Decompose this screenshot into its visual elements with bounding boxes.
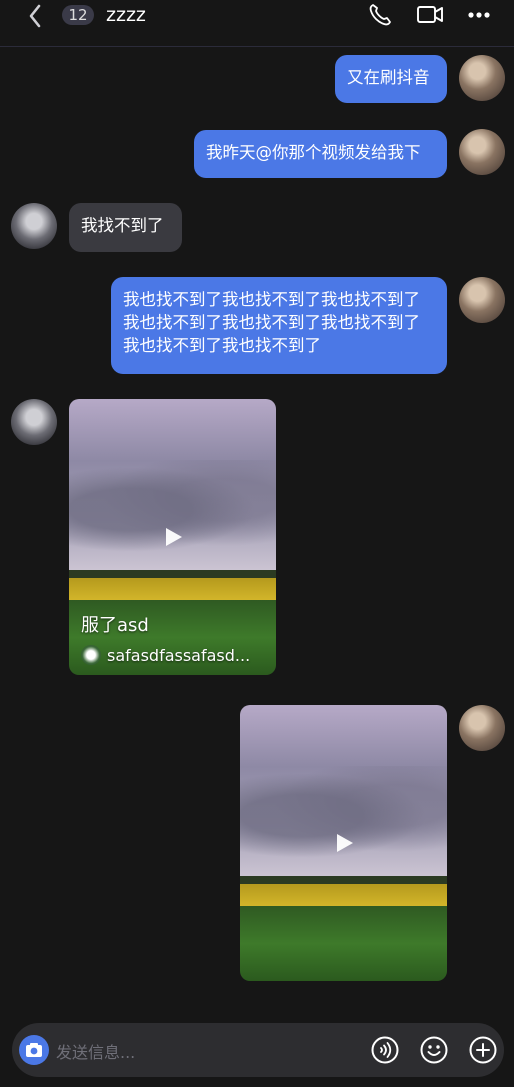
my-avatar[interactable] bbox=[459, 129, 505, 175]
shared-video-card[interactable]: 服了asd safasdfassafasd... bbox=[69, 399, 276, 675]
video-call-icon[interactable] bbox=[416, 2, 444, 28]
my-message-bubble[interactable]: 我也找不到了我也找不到了我也找不到了我也找不到了我也找不到了我也找不到了我也找不… bbox=[111, 277, 447, 374]
contact-avatar[interactable] bbox=[11, 203, 57, 249]
my-avatar[interactable] bbox=[459, 705, 505, 751]
video-thumbnail-field bbox=[69, 578, 276, 601]
video-author-name: safasdfassafasd... bbox=[107, 645, 251, 665]
chat-header: 12 zzzz bbox=[0, 0, 514, 47]
unread-count-badge: 12 bbox=[62, 5, 94, 25]
video-thumbnail-trees bbox=[240, 876, 447, 885]
my-avatar[interactable] bbox=[459, 277, 505, 323]
play-icon[interactable] bbox=[336, 834, 353, 852]
video-author[interactable]: safasdfassafasd... bbox=[81, 645, 250, 665]
emoji-icon[interactable] bbox=[419, 1035, 449, 1065]
my-message-bubble[interactable]: 我昨天@你那个视频发给我下 bbox=[194, 130, 447, 178]
my-message-bubble[interactable]: 又在刷抖音 bbox=[335, 55, 447, 103]
shared-video-card[interactable] bbox=[240, 705, 447, 981]
voice-icon[interactable] bbox=[370, 1035, 400, 1065]
plus-icon[interactable] bbox=[468, 1035, 498, 1065]
phone-icon[interactable] bbox=[367, 2, 395, 28]
camera-icon[interactable] bbox=[19, 1035, 49, 1065]
contact-message-bubble[interactable]: 我找不到了 bbox=[69, 203, 182, 252]
message-input-bar: 发送信息... bbox=[12, 1023, 504, 1077]
video-thumbnail-grass bbox=[240, 906, 447, 981]
back-arrow-icon[interactable] bbox=[22, 2, 50, 30]
contact-avatar[interactable] bbox=[11, 399, 57, 445]
play-icon[interactable] bbox=[165, 528, 182, 546]
video-thumbnail-trees bbox=[69, 570, 276, 579]
chat-title: zzzz bbox=[106, 4, 146, 26]
message-input[interactable]: 发送信息... bbox=[56, 1039, 135, 1063]
my-avatar[interactable] bbox=[459, 55, 505, 101]
video-thumbnail-field bbox=[240, 884, 447, 907]
author-avatar-icon bbox=[81, 645, 101, 665]
more-icon[interactable] bbox=[466, 2, 494, 28]
video-caption: 服了asd bbox=[81, 615, 149, 636]
